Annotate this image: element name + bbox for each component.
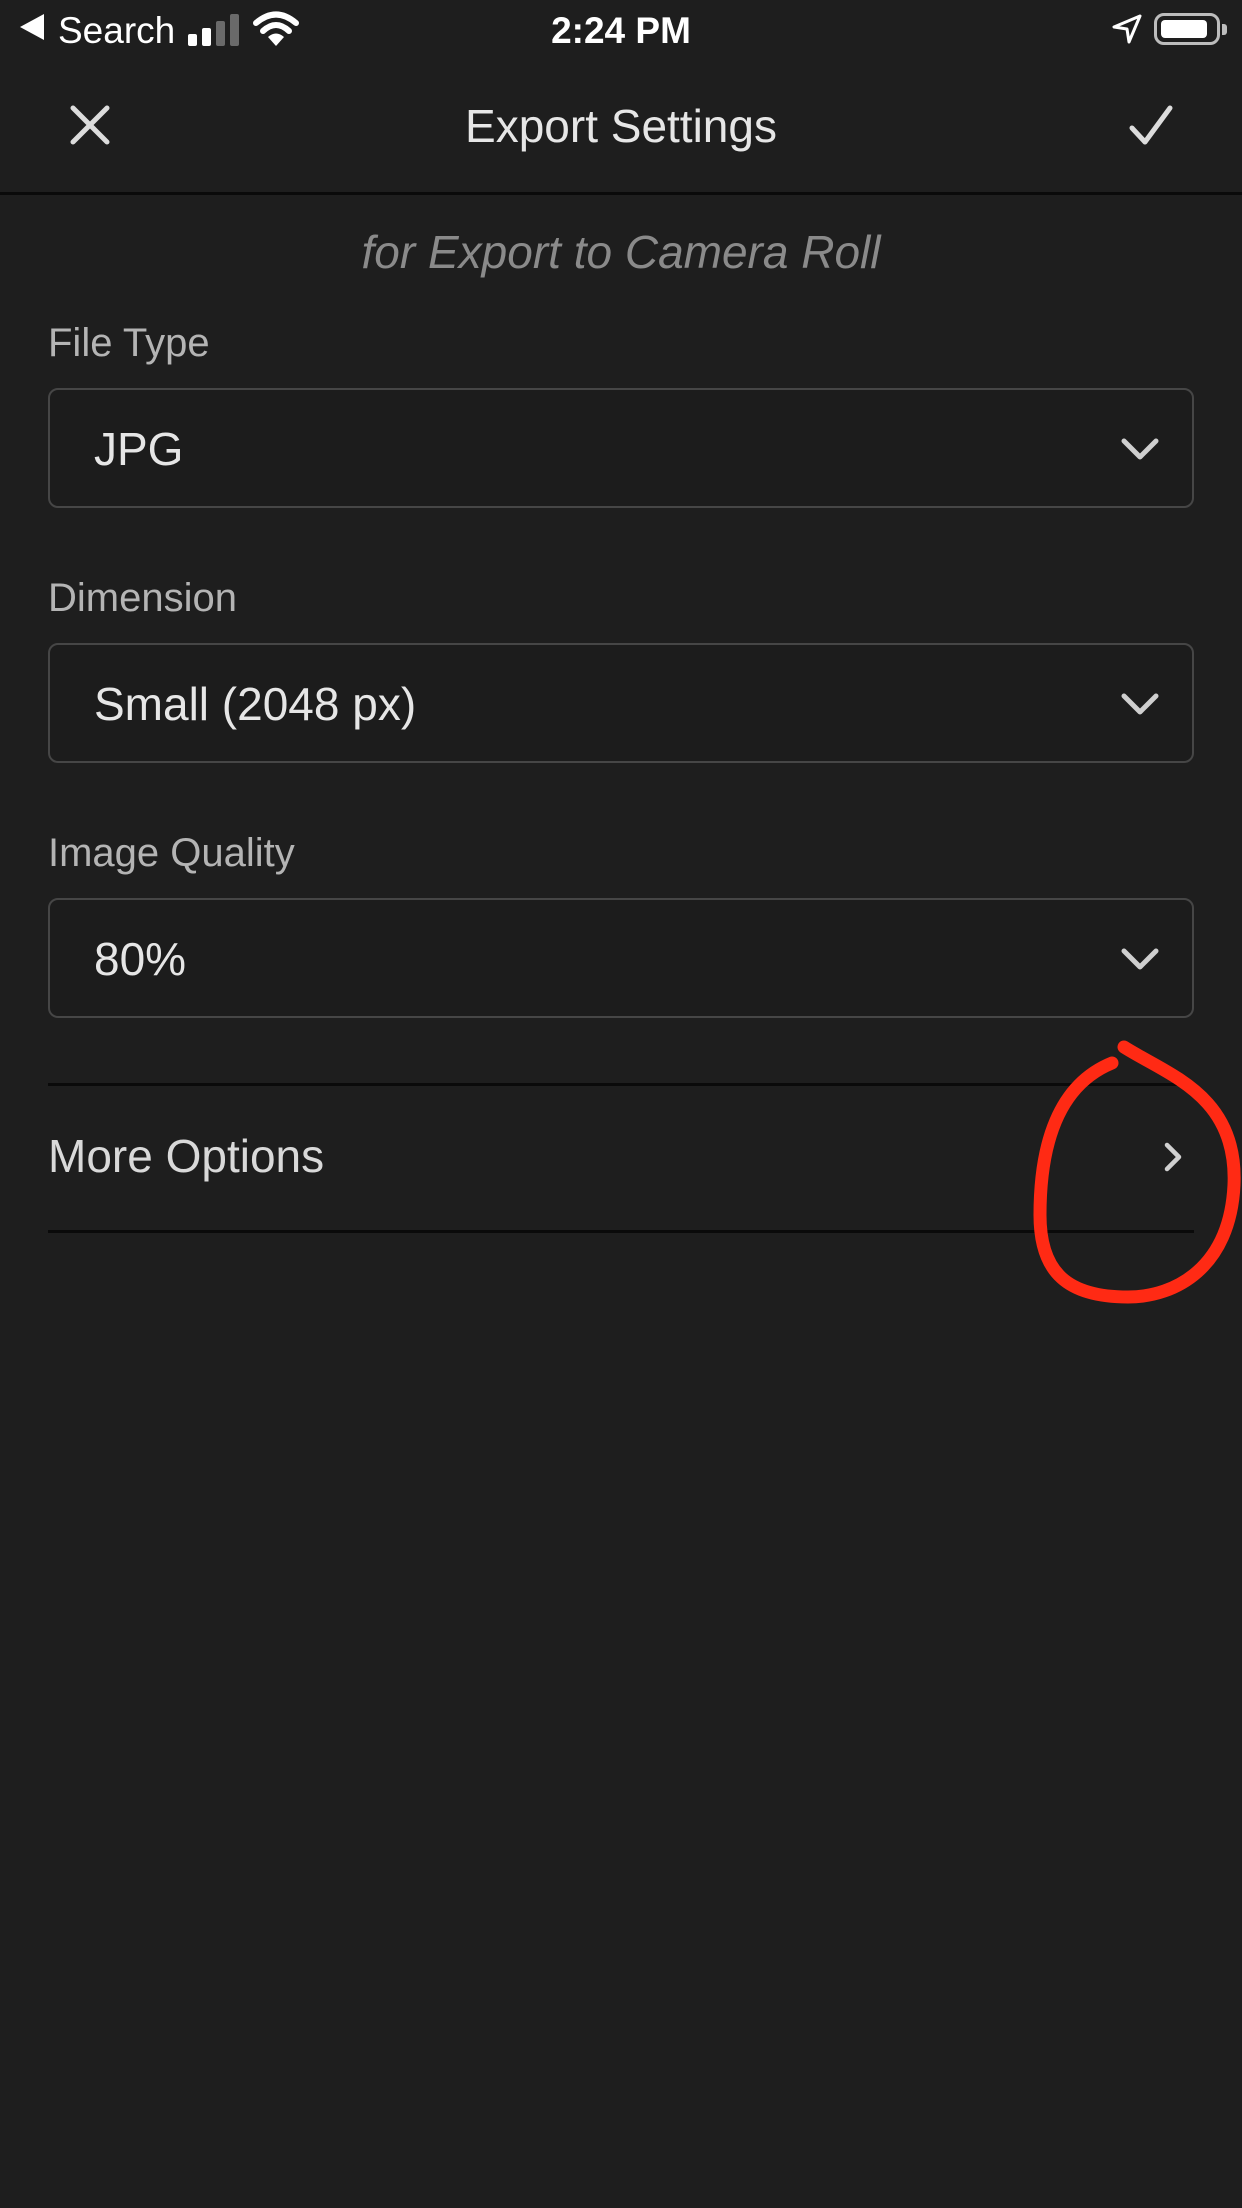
dimension-value: Small (2048 px) <box>94 678 417 730</box>
checkmark-icon[interactable] <box>1110 92 1190 162</box>
file-type-label: File Type <box>48 321 210 365</box>
more-options-row[interactable]: More Options <box>48 1085 1194 1230</box>
image-quality-label: Image Quality <box>48 831 295 875</box>
location-icon <box>1112 14 1142 44</box>
dimension-select[interactable]: Small (2048 px) <box>48 643 1194 763</box>
file-type-select[interactable]: JPG <box>48 388 1194 508</box>
image-quality-select[interactable]: 80% <box>48 898 1194 1018</box>
chevron-down-icon <box>1121 693 1159 715</box>
status-bar: Search 2:24 PM <box>0 0 1242 62</box>
chevron-down-icon <box>1121 948 1159 970</box>
navbar: Export Settings <box>0 62 1242 195</box>
chevron-right-icon[interactable] <box>1160 1139 1186 1175</box>
export-destination-subtitle: for Export to Camera Roll <box>361 226 881 278</box>
divider <box>48 1230 1194 1233</box>
file-type-value: JPG <box>94 423 184 475</box>
page-title: Export Settings <box>465 100 777 152</box>
dimension-label: Dimension <box>48 576 237 620</box>
battery-icon <box>1154 13 1227 45</box>
chevron-down-icon <box>1121 438 1159 460</box>
more-options-label: More Options <box>48 1130 325 1182</box>
image-quality-value: 80% <box>94 933 187 985</box>
status-time: 2:24 PM <box>551 10 691 51</box>
